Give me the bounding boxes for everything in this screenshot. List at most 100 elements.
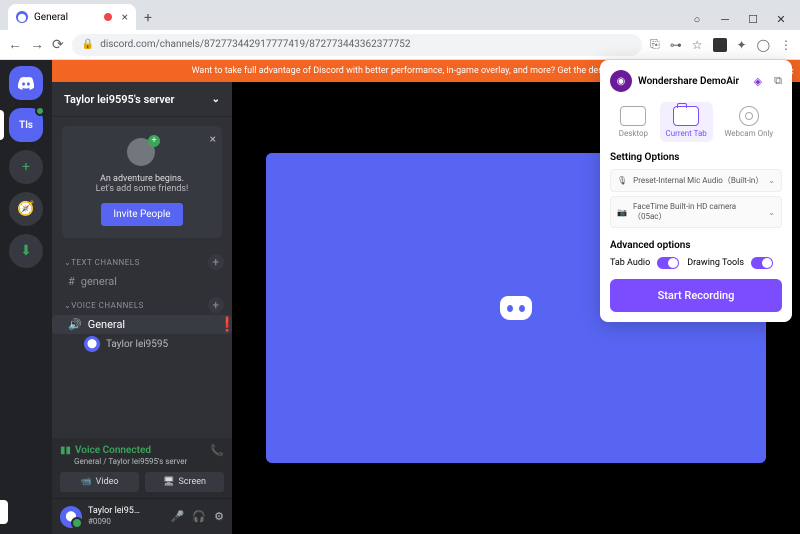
side-handle[interactable] xyxy=(0,500,8,524)
warning-icon: ❗ xyxy=(219,317,236,333)
section-label: TEXT CHANNELS xyxy=(71,258,140,267)
channel-name: General xyxy=(88,318,125,331)
maximize-icon[interactable]: ☐ xyxy=(748,14,758,24)
invite-text-1: An adventure begins. xyxy=(72,174,212,184)
tab-audio-label: Tab Audio xyxy=(610,258,650,268)
webcam-icon xyxy=(739,106,759,126)
address-bar[interactable]: 🔒 discord.com/channels/87277344291777741… xyxy=(72,34,642,56)
disconnect-icon[interactable]: 📞 xyxy=(210,444,224,457)
banner-text: Want to take full advantage of Discord w… xyxy=(192,66,640,76)
channel-sidebar: Taylor lei9595's server ⌄ × + An adventu… xyxy=(52,60,232,534)
voice-user-name: Taylor lei9595 xyxy=(106,339,168,350)
explore-button[interactable]: 🧭 xyxy=(9,192,43,226)
voice-channels-section[interactable]: ⌄ VOICE CHANNELS + xyxy=(52,291,232,315)
mode-desktop[interactable]: Desktop xyxy=(613,102,654,142)
self-avatar-icon[interactable]: ⬤ xyxy=(60,506,82,528)
new-tab-button[interactable]: + xyxy=(136,6,160,30)
voice-status-label: Voice Connected xyxy=(75,445,151,456)
circle-icon[interactable]: ○ xyxy=(692,14,702,24)
voice-panel: ▮▮ Voice Connected 📞 General / Taylor le… xyxy=(52,438,232,498)
invite-people-button[interactable]: Invite People xyxy=(101,203,182,226)
section-arrow-icon: ⌄ xyxy=(64,258,71,267)
add-voice-channel-icon[interactable]: + xyxy=(208,297,224,313)
toggle-on-icon xyxy=(751,257,773,269)
menu-icon[interactable]: ⋮ xyxy=(780,38,792,52)
lock-icon: 🔒 xyxy=(82,39,94,50)
add-server-button[interactable]: + xyxy=(9,150,43,184)
video-button[interactable]: 📹Video xyxy=(60,472,139,492)
user-panel: ⬤ Taylor lei95… #0090 🎤 🎧 ⚙ xyxy=(52,498,232,534)
add-text-channel-icon[interactable]: + xyxy=(208,254,224,270)
toggle-on-icon xyxy=(657,257,679,269)
tab-close-icon[interactable]: × xyxy=(122,10,128,24)
url-text: discord.com/channels/872773442917777419/… xyxy=(100,39,410,50)
camera-select[interactable]: 📷 FaceTime Built-in HD camera（05ac） ⌄ xyxy=(610,196,782,228)
discord-logo-icon xyxy=(17,76,35,90)
back-icon[interactable]: ← xyxy=(8,36,22,53)
demoair-popup: ◉ Wondershare DemoAir ◈ ⧉ Desktop Curren… xyxy=(600,60,792,322)
reload-icon[interactable]: ⟳ xyxy=(52,37,64,53)
server-sidebar: Tls + 🧭 ⬇ xyxy=(0,60,52,534)
section-label: VOICE CHANNELS xyxy=(71,301,144,310)
chevron-down-icon: ⌄ xyxy=(212,94,220,105)
puzzle-icon[interactable]: ✦ xyxy=(737,38,747,52)
self-tag: #0090 xyxy=(88,517,140,526)
mode-webcam-only[interactable]: Webcam Only xyxy=(718,102,779,142)
window-controls: ○ ─ ☐ ✕ xyxy=(692,14,800,30)
close-window-icon[interactable]: ✕ xyxy=(776,14,786,24)
discord-home-button[interactable] xyxy=(9,66,43,100)
forward-icon[interactable]: → xyxy=(30,36,44,53)
camera-value: FaceTime Built-in HD camera（05ac） xyxy=(633,202,762,222)
settings-gear-icon[interactable]: ⚙ xyxy=(214,510,224,523)
browser-tab[interactable]: ⬤ General × xyxy=(8,4,136,30)
chevron-down-icon: ⌄ xyxy=(768,176,775,185)
recording-indicator-icon xyxy=(104,13,112,21)
extension-icon[interactable] xyxy=(713,38,727,52)
self-username: Taylor lei95… xyxy=(88,507,140,517)
diamond-icon[interactable]: ◈ xyxy=(754,75,762,88)
voice-user[interactable]: ⬤ Taylor lei9595 xyxy=(52,334,232,354)
browser-toolbar: ← → ⟳ 🔒 discord.com/channels/87277344291… xyxy=(0,30,800,60)
advanced-options-title: Advanced options xyxy=(610,240,782,251)
cast-icon[interactable]: ⎘ xyxy=(650,37,660,52)
popout-icon[interactable]: ⧉ xyxy=(774,74,782,88)
invite-close-icon[interactable]: × xyxy=(210,132,216,146)
invite-card: × + An adventure begins. Let's add some … xyxy=(62,126,222,238)
server-button[interactable]: Tls xyxy=(9,108,43,142)
mic-icon[interactable]: 🎤 xyxy=(171,510,185,523)
start-recording-button[interactable]: Start Recording xyxy=(610,279,782,312)
voice-status-sub: General / Taylor lei9595's server xyxy=(74,457,224,466)
screen-button[interactable]: 🖥Screen xyxy=(145,472,224,492)
key-icon[interactable]: ⊶ xyxy=(670,38,682,52)
channel-general-voice[interactable]: 🔊 General ❗ xyxy=(52,315,232,334)
server-header[interactable]: Taylor lei9595's server ⌄ xyxy=(52,82,232,116)
setting-options-title: Setting Options xyxy=(610,152,782,163)
mode-current-tab[interactable]: Current Tab xyxy=(660,102,713,142)
tab-title: General xyxy=(34,12,68,23)
popup-title: Wondershare DemoAir xyxy=(638,76,739,87)
download-button[interactable]: ⬇ xyxy=(9,234,43,268)
browser-titlebar: ⬤ General × + ○ ─ ☐ ✕ xyxy=(0,0,800,30)
demoair-logo-icon: ◉ xyxy=(610,70,632,92)
signal-icon: ▮▮ xyxy=(60,445,71,456)
tab-audio-toggle[interactable]: Tab Audio xyxy=(610,257,679,269)
invite-text-2: Let's add some friends! xyxy=(72,184,212,194)
channel-general-text[interactable]: # general xyxy=(52,272,232,291)
voice-badge-icon xyxy=(35,106,45,116)
profile-icon[interactable]: ◯ xyxy=(757,38,770,52)
server-name: Taylor lei9595's server xyxy=(64,93,175,106)
server-initials: Tls xyxy=(19,120,33,131)
plus-badge-icon: + xyxy=(148,135,160,147)
text-channels-section[interactable]: ⌄ TEXT CHANNELS + xyxy=(52,248,232,272)
channel-name: general xyxy=(81,275,117,288)
headphones-icon[interactable]: 🎧 xyxy=(192,510,206,523)
desktop-icon xyxy=(620,106,646,126)
speaker-icon: 🔊 xyxy=(68,318,82,331)
minimize-icon[interactable]: ─ xyxy=(720,14,730,24)
star-icon[interactable]: ☆ xyxy=(692,38,703,52)
discord-favicon-icon: ⬤ xyxy=(16,11,28,23)
drawing-tools-toggle[interactable]: Drawing Tools xyxy=(687,257,773,269)
tab-icon xyxy=(673,106,699,126)
mic-select[interactable]: 🎙 Preset-Internal Mic Audio（Built-in） ⌄ xyxy=(610,169,782,192)
discord-avatar-icon xyxy=(500,296,532,320)
